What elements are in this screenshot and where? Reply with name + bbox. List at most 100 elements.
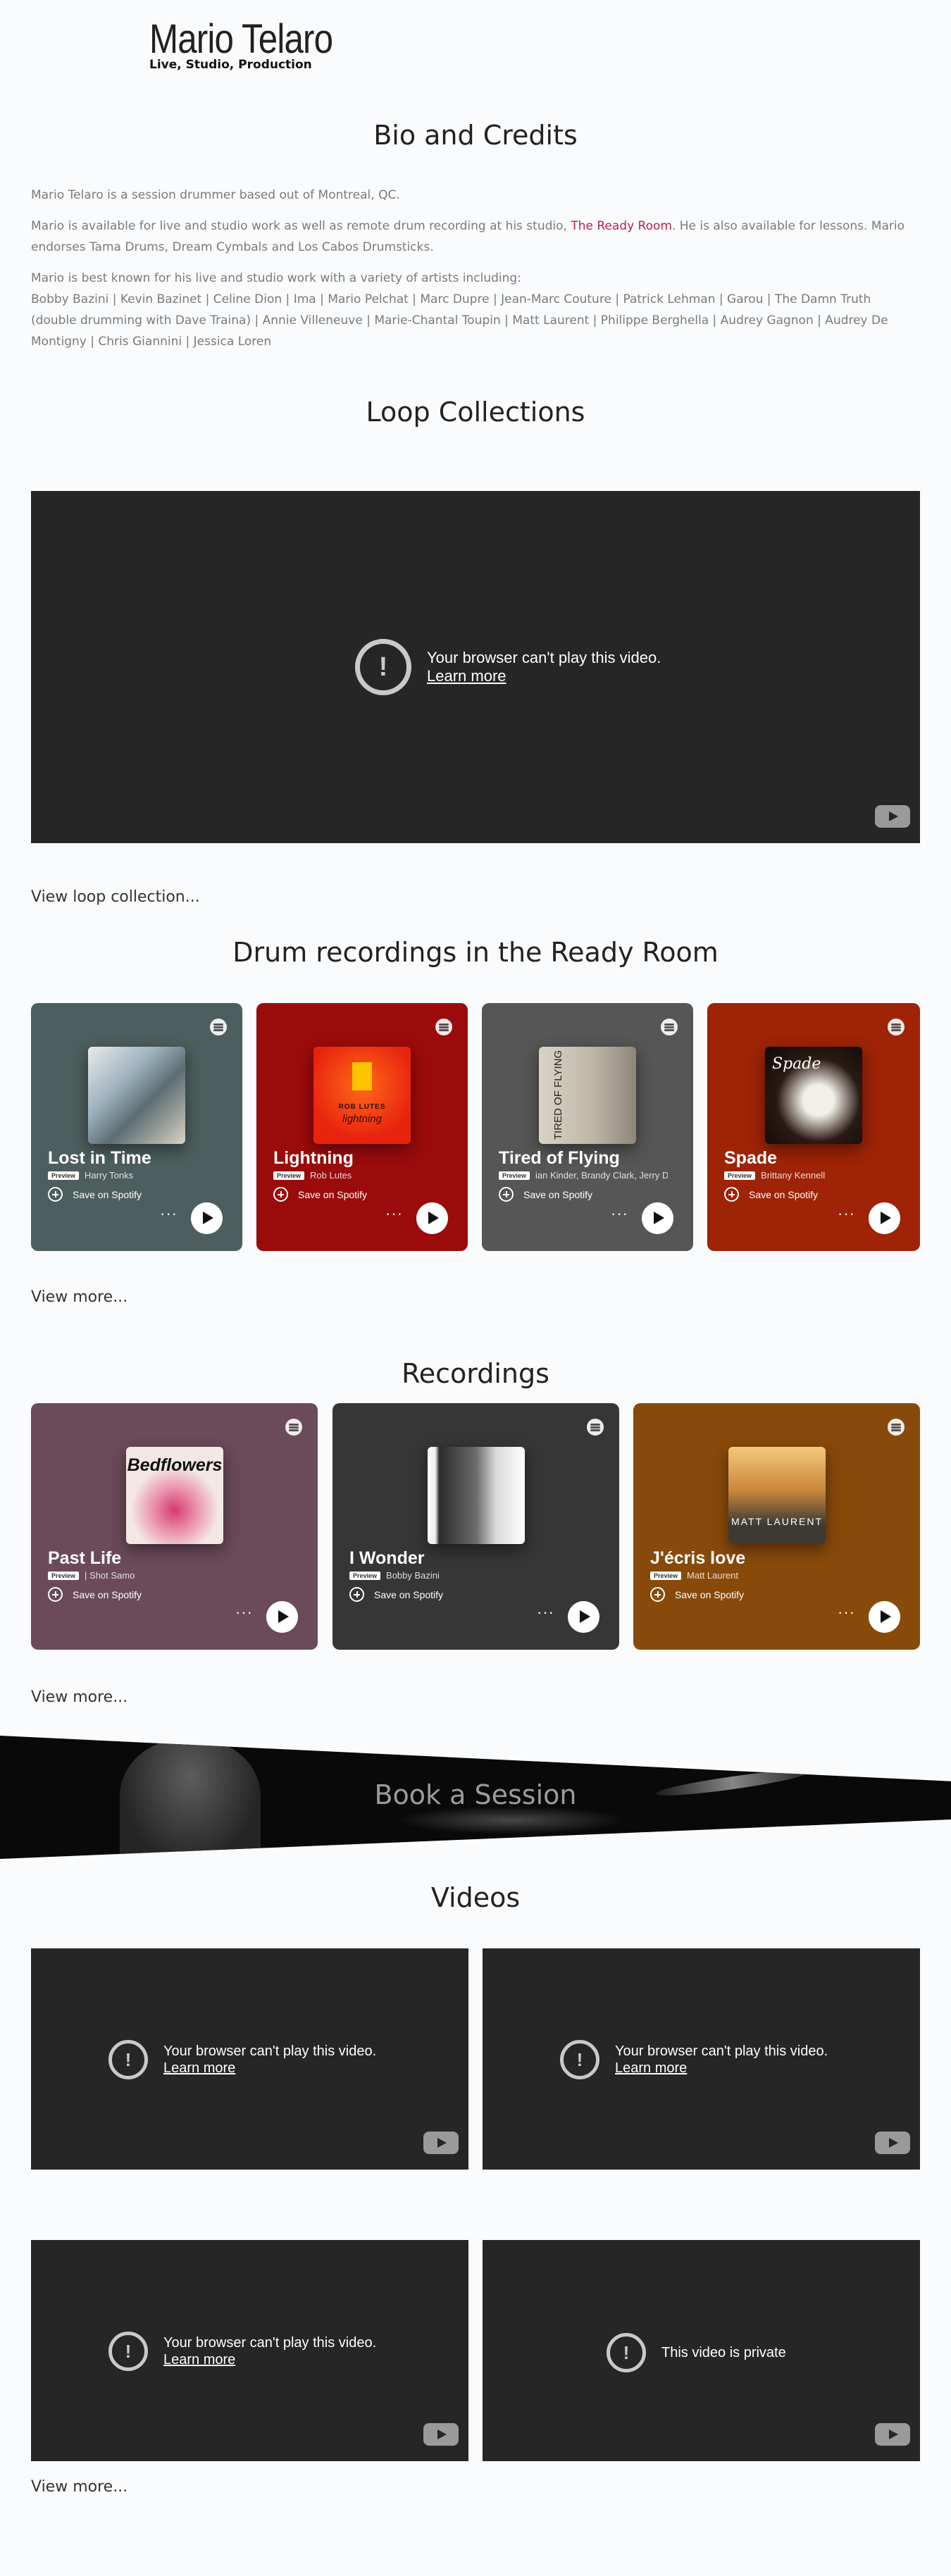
track-title[interactable]: I Wonder: [349, 1548, 424, 1569]
warning-icon: !: [607, 2333, 646, 2372]
track-subtitle: Preview Bobby Bazini: [349, 1570, 440, 1581]
save-label: Save on Spotify: [73, 1588, 142, 1600]
album-cover: TIRED OF FLYING: [539, 1047, 636, 1144]
save-on-spotify-button[interactable]: Save on Spotify: [499, 1187, 592, 1202]
learn-more-link[interactable]: Learn more: [427, 667, 661, 685]
youtube-icon[interactable]: [423, 2132, 459, 2154]
video-error-message: Your browser can't play this video.: [615, 2043, 828, 2059]
video-player[interactable]: ! Your browser can't play this video. Lear…: [483, 1948, 920, 2170]
save-label: Save on Spotify: [374, 1588, 444, 1600]
spotify-card[interactable]: Spade Spade Preview Brittany Kennell Save on…: [707, 1003, 920, 1251]
video-message: ! This video is private: [607, 2333, 786, 2372]
spotify-logo-icon[interactable]: [661, 1019, 678, 1035]
video-error-message: Your browser can't play this video.: [163, 2043, 377, 2059]
plus-circle-icon: [273, 1187, 288, 1202]
spotify-logo-icon[interactable]: [587, 1419, 604, 1436]
more-options-icon[interactable]: ···: [160, 1205, 178, 1223]
save-on-spotify-button[interactable]: Save on Spotify: [650, 1587, 744, 1602]
track-subtitle: Preview Rob Lutes: [273, 1170, 352, 1181]
plus-circle-icon: [499, 1187, 514, 1202]
videos-view-more-link[interactable]: View more...: [31, 2478, 128, 2496]
play-button[interactable]: [869, 1202, 900, 1234]
save-on-spotify-button[interactable]: Save on Spotify: [48, 1187, 142, 1202]
save-on-spotify-button[interactable]: Save on Spotify: [48, 1587, 142, 1602]
youtube-icon[interactable]: [423, 2423, 459, 2446]
spotify-card[interactable]: I Wonder Preview Bobby Bazini Save on Spoti…: [332, 1403, 619, 1650]
track-artist[interactable]: | Shot Samo: [85, 1570, 135, 1581]
book-session-link[interactable]: Book a Session: [0, 1779, 951, 1810]
loops-heading: Loop Collections: [366, 397, 585, 428]
track-artist[interactable]: ian Kinder, Brandy Clark, Jerry D: [535, 1170, 668, 1181]
video-player[interactable]: ! Your browser can't play this video. Lear…: [31, 2240, 468, 2461]
play-button[interactable]: [191, 1202, 223, 1234]
plus-circle-icon: [349, 1587, 364, 1602]
more-options-icon[interactable]: ···: [838, 1603, 855, 1622]
track-artist[interactable]: Rob Lutes: [310, 1170, 352, 1181]
warning-icon: !: [108, 2332, 148, 2371]
learn-more-link[interactable]: Learn more: [163, 2351, 376, 2368]
learn-more-link[interactable]: Learn more: [615, 2060, 828, 2077]
spotify-card[interactable]: ROB LUTES lightning Lightning Preview Rob Lu…: [256, 1003, 468, 1251]
spotify-logo-icon[interactable]: [435, 1019, 452, 1035]
spotify-card[interactable]: TIRED OF FLYING Tired of Flying Preview ian…: [482, 1003, 693, 1251]
track-title[interactable]: Lightning: [273, 1148, 354, 1169]
video-text: Your browser can't play this video. Learn…: [615, 2043, 828, 2077]
site-logo[interactable]: Mario Telaro Live, Studio, Production: [149, 17, 365, 73]
recordings-view-more-link[interactable]: View more...: [31, 1688, 128, 1706]
track-artist[interactable]: Matt Laurent: [687, 1570, 738, 1581]
play-button[interactable]: [416, 1202, 448, 1234]
save-on-spotify-button[interactable]: Save on Spotify: [724, 1187, 818, 1202]
play-button[interactable]: [869, 1601, 900, 1633]
track-artist[interactable]: Brittany Kennell: [761, 1170, 825, 1181]
ready-room-heading: Drum recordings in the Ready Room: [232, 937, 719, 968]
save-label: Save on Spotify: [675, 1588, 745, 1600]
cover-text: ROB LUTES: [338, 1103, 386, 1111]
play-button[interactable]: [642, 1202, 673, 1234]
preview-badge: Preview: [48, 1571, 80, 1580]
more-options-icon[interactable]: ···: [235, 1603, 253, 1622]
spotify-logo-icon[interactable]: [888, 1419, 905, 1436]
warning-icon: !: [355, 639, 411, 695]
track-title[interactable]: Past Life: [48, 1548, 121, 1569]
ready-room-view-more-link[interactable]: View more...: [31, 1288, 128, 1306]
learn-more-link[interactable]: Learn more: [163, 2060, 376, 2077]
play-button[interactable]: [266, 1601, 298, 1633]
more-options-icon[interactable]: ···: [385, 1205, 403, 1223]
plus-circle-icon: [724, 1187, 739, 1202]
youtube-icon[interactable]: [875, 2132, 910, 2154]
save-label: Save on Spotify: [749, 1188, 819, 1200]
track-artist[interactable]: Harry Tonks: [85, 1170, 133, 1181]
warning-icon: !: [108, 2040, 148, 2079]
more-options-icon[interactable]: ···: [537, 1603, 554, 1622]
more-options-icon[interactable]: ···: [611, 1205, 628, 1223]
save-label: Save on Spotify: [73, 1188, 142, 1200]
video-player[interactable]: ! Your browser can't play this video. Lear…: [31, 1948, 468, 2170]
spotify-card[interactable]: MATT LAURENT J'écris love Preview Matt Laur…: [633, 1403, 920, 1650]
youtube-icon[interactable]: [875, 805, 910, 828]
spotify-logo-icon[interactable]: [210, 1019, 227, 1035]
album-cover: [428, 1447, 525, 1544]
youtube-icon[interactable]: [875, 2423, 910, 2446]
cover-text: TIRED OF FLYING: [552, 1050, 565, 1140]
track-artist[interactable]: Bobby Bazini: [386, 1570, 440, 1581]
save-label: Save on Spotify: [298, 1188, 368, 1200]
track-title[interactable]: J'écris love: [650, 1548, 745, 1569]
track-title[interactable]: Lost in Time: [48, 1148, 151, 1169]
cover-text: Bedflowers: [127, 1455, 223, 1475]
spotify-logo-icon[interactable]: [285, 1419, 302, 1436]
spotify-card[interactable]: Bedflowers Past Life Preview | Shot Samo Sav…: [31, 1403, 318, 1650]
video-player[interactable]: ! This video is private: [483, 2240, 920, 2461]
preview-badge: Preview: [273, 1171, 305, 1180]
track-title[interactable]: Spade: [724, 1148, 777, 1169]
spotify-logo-icon[interactable]: [888, 1019, 905, 1035]
more-options-icon[interactable]: ···: [838, 1205, 855, 1223]
play-button[interactable]: [568, 1601, 599, 1633]
ready-room-link[interactable]: The Ready Room: [571, 219, 672, 233]
loop-video-player[interactable]: ! Your browser can't play this video. Le…: [31, 491, 920, 843]
track-title[interactable]: Tired of Flying: [499, 1148, 620, 1169]
track-subtitle: Preview Brittany Kennell: [724, 1170, 825, 1181]
view-loop-collection-link[interactable]: View loop collection...: [31, 888, 200, 906]
save-on-spotify-button[interactable]: Save on Spotify: [349, 1587, 443, 1602]
save-on-spotify-button[interactable]: Save on Spotify: [273, 1187, 367, 1202]
spotify-card[interactable]: Lost in Time Preview Harry Tonks Save on Sp…: [31, 1003, 242, 1251]
